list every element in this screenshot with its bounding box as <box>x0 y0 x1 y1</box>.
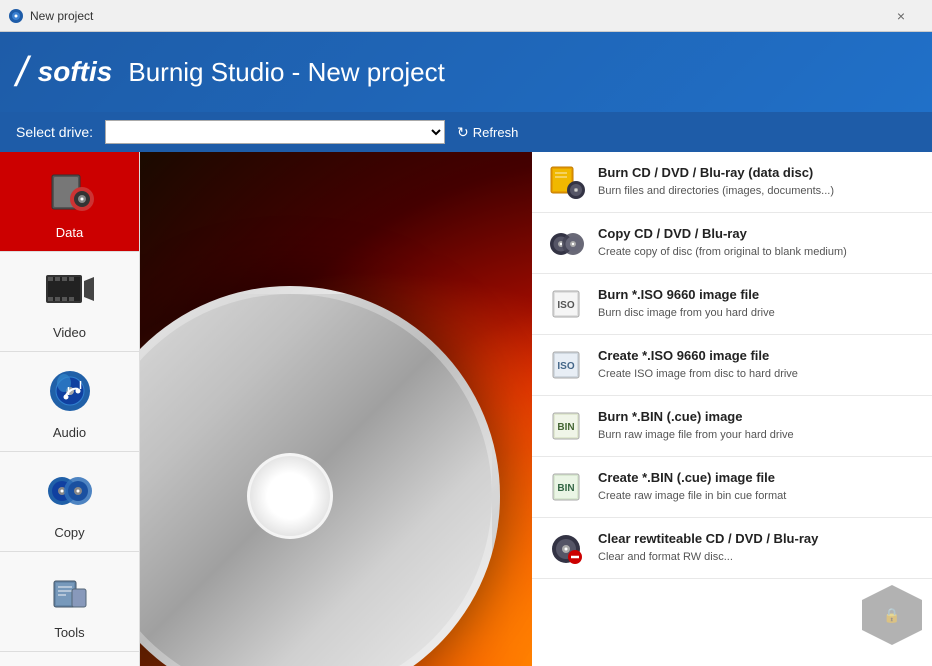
clear-rw-desc: Clear and format RW disc... <box>598 550 918 564</box>
create-iso-text: Create *.ISO 9660 image file Create ISO … <box>598 348 918 381</box>
burn-bin-icon: BIN <box>546 406 586 446</box>
create-iso-desc: Create ISO image from disc to hard drive <box>598 367 918 381</box>
burn-iso-text: Burn *.ISO 9660 image file Burn disc ima… <box>598 287 918 320</box>
title-bar-text: New project <box>30 9 93 23</box>
burn-cd-dvd-desc: Burn files and directories (images, docu… <box>598 184 918 198</box>
create-bin-desc: Create raw image file in bin cue format <box>598 489 918 503</box>
sidebar-item-tools-label: Tools <box>54 625 84 640</box>
svg-text:BIN: BIN <box>557 483 574 494</box>
svg-text:🔒: 🔒 <box>883 607 900 624</box>
create-iso-title: Create *.ISO 9660 image file <box>598 348 918 365</box>
sidebar-item-video[interactable]: Video <box>0 252 139 352</box>
main-area: Data Video <box>0 152 932 666</box>
create-bin-icon: BIN <box>546 467 586 507</box>
sidebar-item-copy-label: Copy <box>54 525 84 540</box>
create-bin-text: Create *.BIN (.cue) image file Create ra… <box>598 470 918 503</box>
drive-select[interactable] <box>105 120 445 144</box>
video-icon <box>42 263 98 319</box>
audio-icon <box>42 363 98 419</box>
create-iso-icon: ISO <box>546 345 586 385</box>
logo-name: softis <box>38 56 113 88</box>
menu-item-create-bin[interactable]: BIN Create *.BIN (.cue) image file Creat… <box>532 457 932 518</box>
app-title: Burnig Studio - New project <box>128 57 444 88</box>
refresh-label: Refresh <box>473 125 519 140</box>
tools-icon <box>42 563 98 619</box>
burn-bin-text: Burn *.BIN (.cue) image Burn raw image f… <box>598 409 918 442</box>
clear-rw-icon <box>546 528 586 568</box>
burn-cd-dvd-title: Burn CD / DVD / Blu-ray (data disc) <box>598 165 918 182</box>
refresh-icon: ↻ <box>457 124 469 141</box>
sidebar-item-data-label: Data <box>56 225 83 240</box>
sidebar-item-copy[interactable]: Copy <box>0 452 139 552</box>
burn-iso-desc: Burn disc image from you hard drive <box>598 306 918 320</box>
burn-bin-title: Burn *.BIN (.cue) image <box>598 409 918 426</box>
create-bin-title: Create *.BIN (.cue) image file <box>598 470 918 487</box>
svg-text:ISO: ISO <box>557 300 574 311</box>
title-bar: New project × <box>0 0 932 32</box>
logo-area: / softis <box>16 51 112 93</box>
menu-item-create-iso[interactable]: ISO Create *.ISO 9660 image file Create … <box>532 335 932 396</box>
copy-cd-dvd-icon <box>546 223 586 263</box>
watermark: 🔒 anxz.com <box>862 585 922 656</box>
burn-iso-icon: ISO <box>546 284 586 324</box>
menu-item-copy-cd-dvd[interactable]: Copy CD / DVD / Blu-ray Create copy of d… <box>532 213 932 274</box>
app-icon <box>8 8 24 24</box>
data-icon <box>42 163 98 219</box>
logo-slash: / <box>16 51 28 93</box>
sidebar-item-tools[interactable]: Tools <box>0 552 139 652</box>
copy-cd-dvd-desc: Create copy of disc (from original to bl… <box>598 245 918 259</box>
copy-icon <box>42 463 98 519</box>
sidebar-item-audio[interactable]: Audio <box>0 352 139 452</box>
clear-rw-title: Clear rewtiteable CD / DVD / Blu-ray <box>598 531 918 548</box>
burn-cd-dvd-icon <box>546 162 586 202</box>
svg-text:BIN: BIN <box>557 422 574 433</box>
close-button[interactable]: × <box>878 0 924 32</box>
menu-item-burn-cd-dvd[interactable]: Burn CD / DVD / Blu-ray (data disc) Burn… <box>532 152 932 213</box>
svg-text:ISO: ISO <box>557 361 574 372</box>
clear-rw-text: Clear rewtiteable CD / DVD / Blu-ray Cle… <box>598 531 918 564</box>
copy-cd-dvd-text: Copy CD / DVD / Blu-ray Create copy of d… <box>598 226 918 259</box>
burn-cd-dvd-text: Burn CD / DVD / Blu-ray (data disc) Burn… <box>598 165 918 198</box>
sidebar-item-data[interactable]: Data <box>0 152 139 252</box>
menu-item-clear-rw[interactable]: Clear rewtiteable CD / DVD / Blu-ray Cle… <box>532 518 932 579</box>
watermark-shield: 🔒 <box>862 585 922 645</box>
menu-item-burn-bin[interactable]: BIN Burn *.BIN (.cue) image Burn raw ima… <box>532 396 932 457</box>
copy-cd-dvd-title: Copy CD / DVD / Blu-ray <box>598 226 918 243</box>
sidebar: Data Video <box>0 152 140 666</box>
sidebar-item-video-label: Video <box>53 325 86 340</box>
burn-iso-title: Burn *.ISO 9660 image file <box>598 287 918 304</box>
drive-label: Select drive: <box>16 124 93 140</box>
menu-item-burn-iso[interactable]: ISO Burn *.ISO 9660 image file Burn disc… <box>532 274 932 335</box>
content-area: Burn CD / DVD / Blu-ray (data disc) Burn… <box>140 152 932 666</box>
refresh-button[interactable]: ↻ Refresh <box>457 124 518 141</box>
app-header: / softis Burnig Studio - New project <box>0 32 932 112</box>
title-bar-left: New project <box>8 8 93 24</box>
burn-bin-desc: Burn raw image file from your hard drive <box>598 428 918 442</box>
watermark-label: anxz.com <box>871 645 914 656</box>
sidebar-item-audio-label: Audio <box>53 425 86 440</box>
drive-bar: Select drive: ↻ Refresh <box>0 112 932 152</box>
